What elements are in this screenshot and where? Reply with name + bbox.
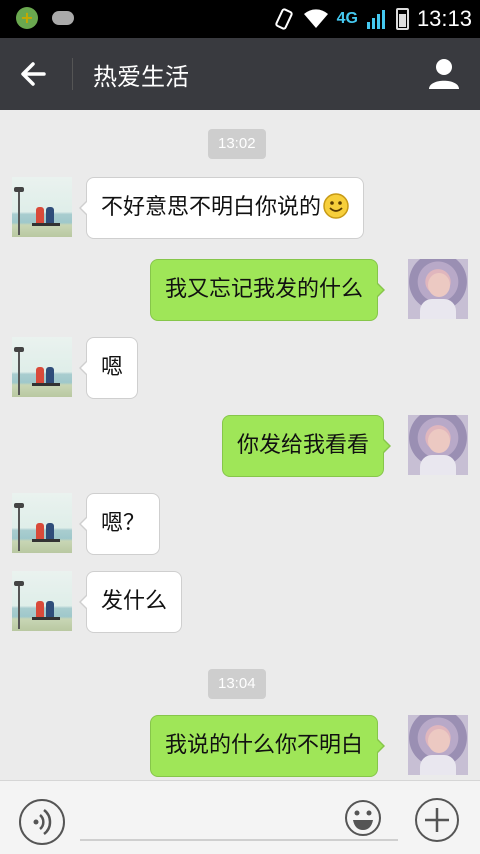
message-bubble-received[interactable]: 不好意思不明白你说的 <box>78 177 365 239</box>
message-text: 你发给我看看 <box>237 433 370 458</box>
arrow-left-icon[interactable] <box>14 56 54 92</box>
message-bubble-sent[interactable]: 我说的什么你不明白 <box>150 715 386 777</box>
chat-input-bar <box>0 780 480 854</box>
contact-avatar[interactable] <box>12 571 72 631</box>
message-text: 我又忘记我发的什么 <box>165 277 364 302</box>
message-text: 不好意思不明白你说的 <box>101 195 322 220</box>
message-text: 嗯？ <box>101 511 146 536</box>
message-text: 我说的什么你不明白 <box>165 733 364 758</box>
contact-avatar[interactable] <box>12 493 72 553</box>
time-stamp: 13:04 <box>208 669 266 699</box>
header-divider <box>72 58 73 90</box>
message-bubble-sent[interactable]: 我又忘记我发的什么 <box>150 259 386 321</box>
emoji-icon[interactable] <box>344 799 382 837</box>
network-type: 4G <box>336 10 358 27</box>
message-bubble-received[interactable]: 嗯 <box>78 337 139 399</box>
message-bubble-sent[interactable]: 你发给我看看 <box>222 415 392 477</box>
message-text: 嗯 <box>101 355 124 380</box>
app-notification-icon <box>16 7 38 29</box>
contact-avatar[interactable] <box>12 337 72 397</box>
weather-icon <box>52 11 74 25</box>
battery-icon <box>395 8 409 30</box>
plus-icon[interactable] <box>414 797 460 843</box>
person-icon[interactable] <box>426 56 462 92</box>
phone-vibrate-icon <box>274 8 293 30</box>
message-bubble-received[interactable]: 发什么 <box>78 571 183 633</box>
my-avatar[interactable] <box>408 259 468 319</box>
signal-icon <box>366 10 385 29</box>
contact-avatar[interactable] <box>12 177 72 237</box>
message-bubble-received[interactable]: 嗯？ <box>78 493 161 555</box>
wifi-icon <box>303 9 328 28</box>
my-avatar[interactable] <box>408 415 468 475</box>
chat-header: 热爱生活 <box>0 38 480 110</box>
status-bar: 4G 13:13 <box>0 0 480 38</box>
smile-emoji-icon <box>323 193 349 219</box>
my-avatar[interactable] <box>408 715 468 775</box>
voice-icon[interactable] <box>18 798 66 846</box>
status-time: 13:13 <box>416 6 472 31</box>
time-stamp: 13:02 <box>208 129 266 159</box>
message-text: 发什么 <box>101 589 168 614</box>
chat-title: 热爱生活 <box>93 63 189 91</box>
